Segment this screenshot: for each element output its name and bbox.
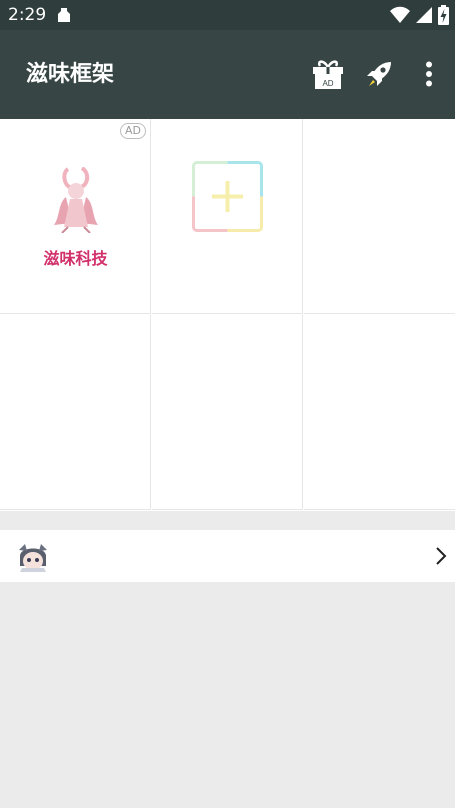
chevron-right-icon xyxy=(436,547,447,565)
grid-cell-add[interactable] xyxy=(152,119,303,314)
notification-bag-icon xyxy=(57,7,71,27)
more-vert-icon xyxy=(426,61,432,87)
app-grid: AD 滋味科技 xyxy=(0,119,455,511)
rocket-button[interactable] xyxy=(357,52,401,96)
gift-ad-button[interactable]: AD xyxy=(306,52,350,96)
app-bar: 滋味框架 AD xyxy=(0,30,455,119)
app-label: 滋味科技 xyxy=(43,249,108,268)
add-tile-icon xyxy=(192,161,263,232)
pink-rabbit-girl-icon xyxy=(54,167,98,233)
grid-cell-empty[interactable] xyxy=(304,119,455,314)
wifi-icon xyxy=(390,6,410,28)
gift-ad-badge: AD xyxy=(322,79,333,88)
more-options-button[interactable] xyxy=(407,52,451,96)
list-row[interactable] xyxy=(0,530,455,582)
signal-icon xyxy=(416,6,432,28)
grid-cell-empty[interactable] xyxy=(152,315,303,510)
grid-cell-app[interactable]: AD 滋味科技 xyxy=(0,119,151,314)
status-time: 2:29 xyxy=(8,5,47,25)
gift-ad-icon: AD xyxy=(313,60,343,89)
grid-cell-empty[interactable] xyxy=(304,315,455,510)
anime-avatar-icon xyxy=(19,544,47,572)
status-icons xyxy=(390,5,449,29)
ad-badge: AD xyxy=(120,123,146,139)
grid-cell-empty[interactable] xyxy=(0,315,151,510)
battery-charging-icon xyxy=(438,5,449,29)
rocket-icon xyxy=(367,62,391,86)
status-bar: 2:29 xyxy=(0,0,455,30)
app-title: 滋味框架 xyxy=(26,62,115,87)
